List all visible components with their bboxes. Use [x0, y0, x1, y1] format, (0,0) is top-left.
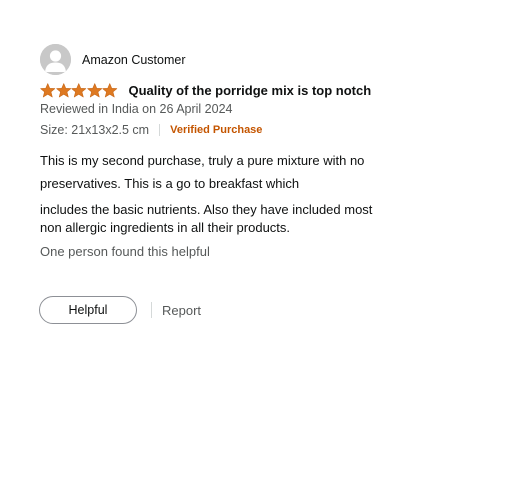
review-title-row: Quality of the porridge mix is top notch [40, 81, 371, 99]
helpful-button[interactable]: Helpful [39, 296, 137, 324]
reviewer-profile[interactable]: Amazon Customer [40, 44, 186, 75]
review-body-line: This is my second purchase, truly a pure… [40, 153, 365, 168]
star-icon [102, 82, 118, 97]
review-body-line: includes the basic nutrients. Also they … [40, 202, 373, 217]
review-title[interactable]: Quality of the porridge mix is top notch [129, 83, 372, 98]
helpful-count: One person found this helpful [40, 244, 210, 259]
star-icon [86, 82, 102, 97]
reviewer-name: Amazon Customer [82, 52, 186, 67]
review-format-row: Size: 21x13x2.5 cm Verified Purchase [40, 123, 262, 137]
avatar-icon [40, 44, 71, 75]
review-body-line: non allergic ingredients in all their pr… [40, 220, 291, 235]
divider [151, 302, 152, 318]
review-date: Reviewed in India on 26 April 2024 [40, 102, 233, 116]
review-actions: Helpful Report [39, 296, 201, 324]
star-icon [55, 82, 71, 97]
divider [159, 124, 161, 136]
verified-purchase-badge: Verified Purchase [170, 124, 263, 136]
star-icon [40, 82, 56, 97]
customer-review: Amazon Customer Quality of the porridge … [0, 0, 531, 478]
star-icon [71, 82, 87, 97]
review-body-line: preservatives. This is a go to breakfast… [40, 176, 300, 191]
report-link[interactable]: Report [162, 303, 201, 318]
product-size: Size: 21x13x2.5 cm [40, 123, 150, 137]
star-rating [40, 82, 118, 98]
